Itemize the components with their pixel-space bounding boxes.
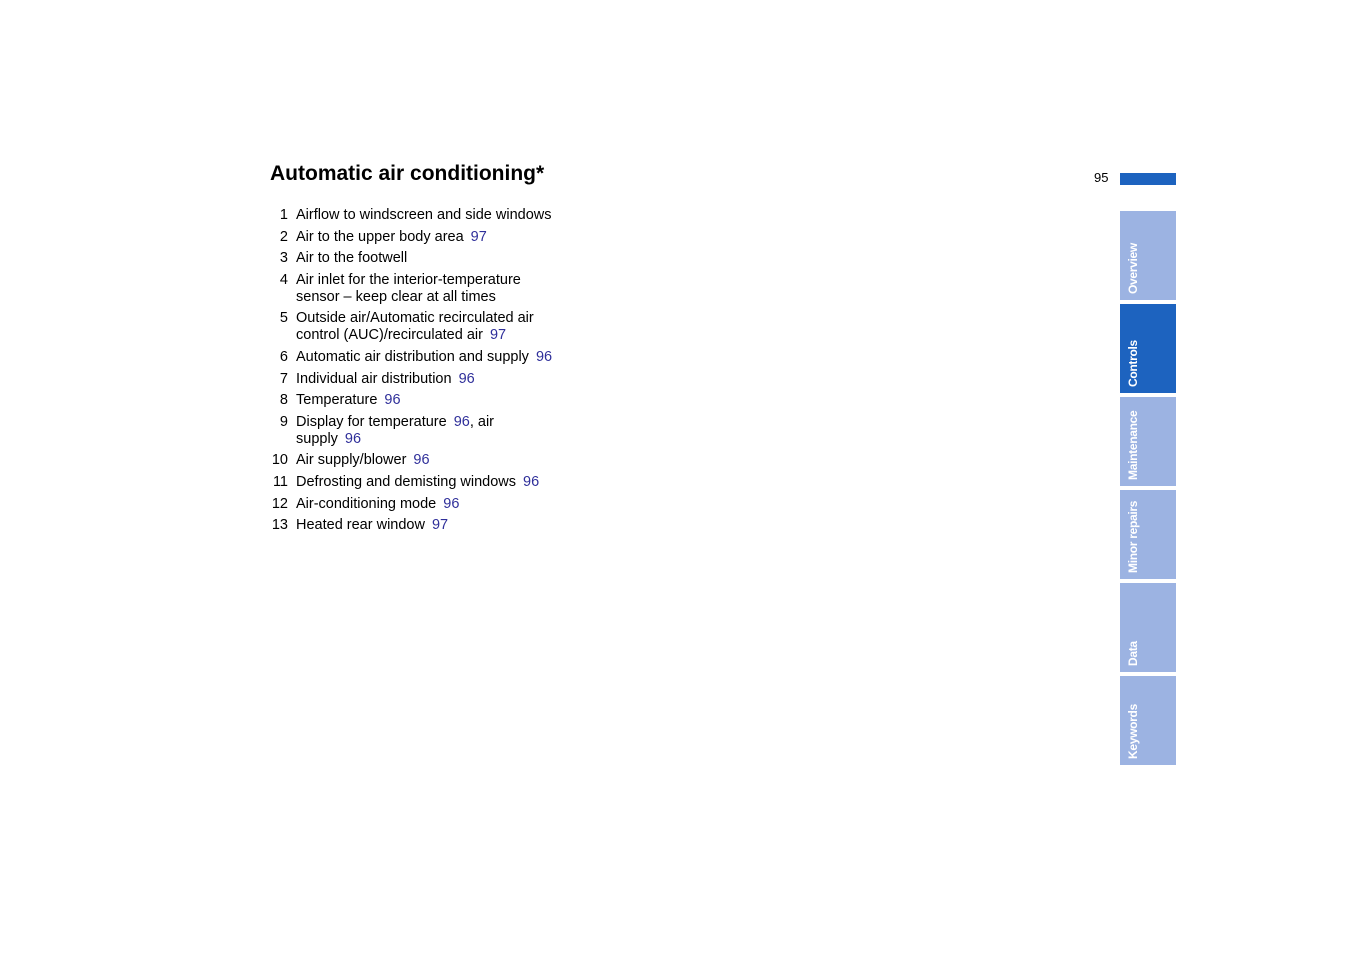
- legend-list: 1 Airflow to windscreen and side windows 2…: [270, 207, 560, 539]
- tab-keywords[interactable]: Keywords: [1120, 676, 1176, 765]
- tab-label: Maintenance: [1126, 410, 1140, 480]
- item-text: Air-conditioning mode 96: [288, 496, 560, 513]
- list-item: 7 Individual air distribution 96: [270, 371, 560, 388]
- page-number: 95: [1094, 170, 1109, 185]
- page-reference-link[interactable]: 96: [406, 452, 429, 468]
- item-number: 7: [279, 370, 288, 387]
- item-number: 8: [279, 392, 288, 409]
- list-item: 11 Defrosting and demisting windows 96: [270, 474, 560, 491]
- tab-minor-repairs[interactable]: Minor repairs: [1120, 490, 1176, 579]
- item-text: Air to the footwell: [288, 250, 560, 267]
- item-text: Individual air distribution 96: [288, 371, 560, 388]
- item-number: 11: [272, 473, 288, 490]
- page-reference-link[interactable]: 96: [338, 431, 361, 447]
- page-reference-link[interactable]: 96: [436, 496, 459, 512]
- tab-label: Data: [1126, 641, 1140, 666]
- item-number: 6: [279, 348, 288, 365]
- list-item: 5 Outside air/Automatic recirculated air …: [270, 310, 560, 344]
- item-label: Display for temperature: [296, 413, 447, 430]
- page-reference-link[interactable]: 96: [529, 349, 552, 365]
- list-item: 3 Air to the footwell: [270, 250, 560, 267]
- item-text: Heated rear window 97: [288, 517, 560, 534]
- item-number: 10: [271, 452, 288, 469]
- list-item: 13 Heated rear window 97: [270, 517, 560, 534]
- page-reference-link[interactable]: 97: [483, 327, 506, 343]
- page-reference-link[interactable]: 97: [464, 229, 487, 245]
- item-text: Automatic air distribution and supply 96: [288, 349, 560, 366]
- item-text: Defrosting and demisting windows 96: [288, 474, 560, 491]
- item-text: Air supply/blower 96: [288, 452, 560, 469]
- item-text: Airflow to windscreen and side windows: [288, 207, 560, 224]
- list-item: 2 Air to the upper body area 97: [270, 229, 560, 246]
- item-number: 1: [279, 207, 288, 223]
- item-label: Air-conditioning mode: [296, 495, 437, 512]
- item-label: Air inlet for the interior-temperature s…: [296, 271, 521, 305]
- item-number: 4: [279, 271, 288, 288]
- tab-controls[interactable]: Controls: [1120, 304, 1176, 393]
- item-label: Temperature: [296, 392, 378, 409]
- item-text: Outside air/Automatic recirculated air c…: [288, 310, 560, 344]
- list-item: 9 Display for temperature 96, air supply 96: [270, 414, 560, 448]
- tab-label: Minor repairs: [1126, 500, 1140, 573]
- page-reference-link[interactable]: 96: [452, 371, 475, 387]
- item-number: 12: [271, 495, 288, 512]
- item-label: Air to the footwell: [296, 250, 408, 267]
- item-text: Display for temperature 96, air supply 96: [288, 414, 560, 448]
- tab-overview[interactable]: Overview: [1120, 211, 1176, 300]
- page-reference-link[interactable]: 96: [377, 392, 400, 408]
- item-label: Automatic air distribution and supply: [296, 348, 529, 365]
- item-text: Air inlet for the interior-temperature s…: [288, 272, 560, 306]
- item-label: Air to the upper body area: [296, 228, 464, 245]
- item-label: Airflow to windscreen and side windows: [296, 207, 552, 223]
- page-reference-link[interactable]: 96: [516, 474, 539, 490]
- item-text: Air to the upper body area 97: [288, 229, 560, 246]
- list-item: 8 Temperature 96: [270, 392, 560, 409]
- tab-label: Keywords: [1126, 704, 1140, 759]
- list-item: 4 Air inlet for the interior-temperature …: [270, 272, 560, 306]
- page-reference-link[interactable]: 96: [447, 414, 470, 430]
- item-text: Temperature 96: [288, 392, 560, 409]
- item-number: 2: [279, 228, 288, 245]
- item-number: 3: [279, 250, 288, 267]
- item-number: 5: [279, 310, 288, 327]
- item-label: Air supply/blower: [296, 452, 407, 469]
- item-number: 9: [279, 413, 288, 430]
- list-item: 10 Air supply/blower 96: [270, 452, 560, 469]
- list-item: 6 Automatic air distribution and supply 96: [270, 349, 560, 366]
- tab-label: Controls: [1126, 340, 1140, 387]
- item-label: Defrosting and demisting windows: [296, 473, 517, 490]
- list-item: 1 Airflow to windscreen and side windows: [270, 207, 560, 224]
- page-marker-bar: [1120, 173, 1176, 185]
- tab-maintenance[interactable]: Maintenance: [1120, 397, 1176, 486]
- item-label: Individual air distribution: [296, 370, 452, 387]
- item-label: Heated rear window: [296, 517, 425, 534]
- list-item: 12 Air-conditioning mode 96: [270, 496, 560, 513]
- page-title: Automatic air conditioning*: [270, 162, 545, 185]
- item-number: 13: [271, 517, 288, 534]
- page-reference-link[interactable]: 97: [425, 517, 448, 533]
- tab-data[interactable]: Data: [1120, 583, 1176, 672]
- tab-label: Overview: [1126, 243, 1140, 294]
